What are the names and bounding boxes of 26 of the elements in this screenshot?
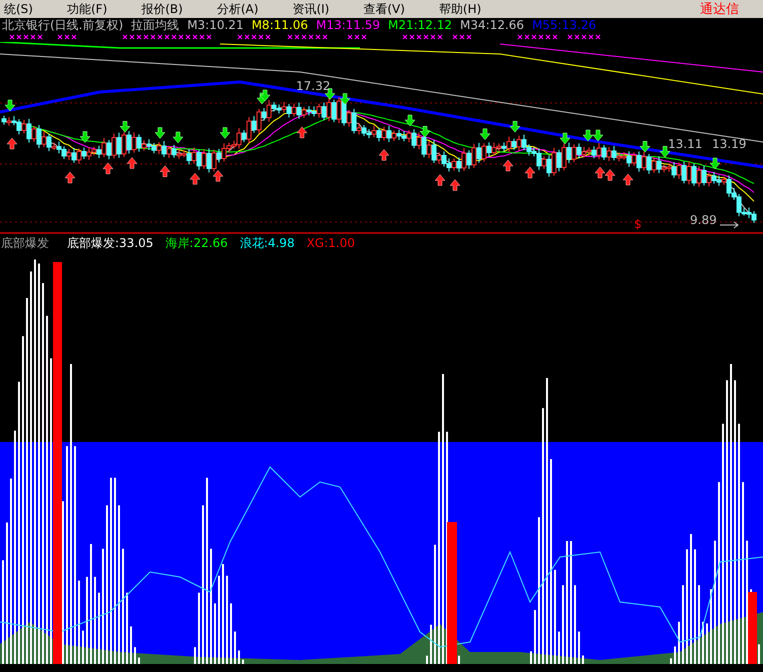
indicator-value: XG:1.00: [306, 236, 355, 250]
price-label: 9.89: [690, 213, 717, 227]
menu-item[interactable]: 查看(V): [363, 0, 405, 18]
moving-average-value: M55:13.26: [532, 18, 596, 32]
menu-item[interactable]: 功能(F): [66, 0, 108, 18]
moving-average-value: M13:11.59: [316, 18, 380, 32]
price-label: $: [634, 217, 642, 231]
moving-average-value: M8:11.06: [252, 18, 308, 32]
indicator-value: 浪花:4.98: [240, 234, 295, 252]
price-label: 13.19: [712, 137, 746, 151]
menu-item[interactable]: 帮助(H): [438, 0, 482, 18]
stock-title: 北京银行(日线.前复权): [2, 16, 124, 34]
indicator-value: 底部爆发:33.05: [67, 234, 154, 252]
menu-item[interactable]: 分析(A): [216, 0, 258, 18]
menu-item[interactable]: 资讯(I): [292, 0, 330, 18]
price-label: 13.11: [668, 137, 702, 151]
moving-average-value: M34:12.66: [460, 18, 524, 32]
indicator-name: 底部爆发: [1, 234, 49, 252]
moving-average-value: M3:10.21: [187, 18, 244, 32]
indicator-value: 海岸:22.66: [165, 234, 228, 252]
menu-item[interactable]: 统(S): [4, 0, 33, 18]
moving-average-value: M21:12.12: [388, 18, 452, 32]
brand-title: 通达信: [700, 1, 740, 18]
menu-item[interactable]: 报价(B): [141, 0, 183, 18]
indicator-name: 拉面均线: [131, 16, 180, 34]
price-label: 17.32: [296, 79, 330, 93]
